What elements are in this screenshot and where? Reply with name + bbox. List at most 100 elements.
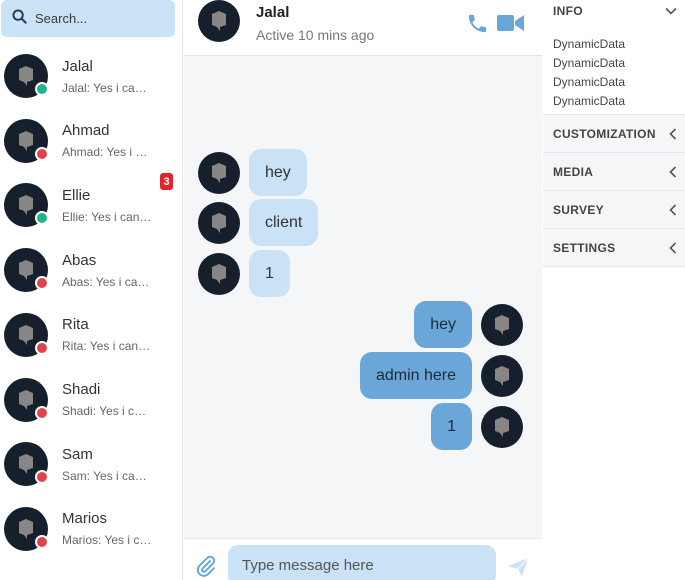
message-input[interactable]: [228, 545, 496, 580]
contact-item[interactable]: Jalal Jalal: Yes i can help you: [0, 44, 183, 108]
contact-preview: Jalal: Yes i can help you: [62, 80, 152, 95]
contact-item[interactable]: Ellie Ellie: Yes i can help you 3: [0, 173, 183, 237]
contact-name: Sam: [62, 445, 93, 463]
search-input[interactable]: [35, 11, 165, 26]
contact-preview: Marios: Yes i can help you: [62, 533, 152, 548]
contact-item[interactable]: Marios Marios: Yes i can help you: [0, 497, 183, 561]
chat-contact-status: Active 10 mins ago: [256, 27, 375, 43]
user-icon: [19, 389, 33, 410]
section-settings[interactable]: SETTINGS: [543, 229, 685, 267]
incoming-message: 1: [198, 250, 290, 297]
avatar: [481, 303, 523, 346]
user-icon: [495, 365, 509, 386]
contact-item[interactable]: Shadi Shadi: Yes i can help you: [0, 368, 183, 432]
section-survey[interactable]: SURVEY: [543, 191, 685, 229]
user-icon: [19, 324, 33, 345]
message-bubble: client: [249, 199, 319, 246]
contact-item[interactable]: Sam Sam: Yes i can help you: [0, 432, 183, 496]
message-bubble: hey: [249, 149, 307, 196]
avatar: [481, 354, 523, 397]
avatar: [198, 252, 240, 295]
section-info-title: INFO: [553, 3, 583, 18]
status-dot: [35, 211, 49, 226]
contact-text: Jalal Jalal: Yes i can help you: [62, 58, 162, 95]
unread-badge: 3: [160, 173, 173, 191]
status-dot: [35, 405, 49, 420]
user-icon: [212, 263, 226, 284]
contact-name: Ahmad: [62, 122, 110, 140]
contact-preview: Sam: Yes i can help you: [62, 468, 152, 483]
chevron-left-icon: [669, 203, 677, 216]
info-body: DynamicData DynamicData DynamicData Dyna…: [543, 21, 685, 115]
avatar: [198, 151, 240, 194]
section-media[interactable]: MEDIA: [543, 153, 685, 191]
avatar-image: [481, 405, 523, 448]
user-icon: [19, 66, 33, 86]
avatar: [4, 312, 49, 357]
outgoing-message: hey: [414, 301, 523, 348]
user-icon: [212, 162, 226, 183]
avatar: [4, 118, 49, 163]
search-box[interactable]: [1, 0, 175, 37]
avatar: [4, 183, 49, 228]
outgoing-message: admin here: [359, 352, 523, 399]
avatar-image: [198, 252, 240, 295]
avatar[interactable]: [198, 0, 240, 42]
chat-contact-name: Jalal: [256, 4, 290, 21]
section-title: SURVEY: [553, 202, 604, 217]
user-icon: [19, 260, 33, 281]
avatar: [4, 54, 49, 98]
user-icon: [212, 212, 226, 233]
contact-preview: Ellie: Yes i can help you: [62, 209, 152, 224]
contact-text: Sam Sam: Yes i can help you: [62, 446, 162, 483]
avatar-image: [198, 151, 240, 194]
message-bubble: 1: [431, 403, 472, 450]
user-icon: [19, 518, 33, 539]
status-dot: [35, 146, 49, 161]
avatar: [4, 248, 49, 293]
avatar: [198, 201, 240, 244]
contact-text: Shadi Shadi: Yes i can help you: [62, 381, 162, 418]
message-bubble: 1: [249, 250, 290, 297]
contact-name: Marios: [62, 510, 108, 528]
contact-item[interactable]: Rita Rita: Yes i can help you: [0, 303, 183, 367]
user-icon: [19, 130, 33, 151]
avatar-image: [198, 0, 240, 42]
info-line: DynamicData: [553, 37, 626, 51]
info-line: DynamicData: [553, 56, 626, 70]
status-dot: [35, 470, 49, 485]
contact-item[interactable]: Abas Abas: Yes i can help you: [0, 238, 183, 302]
contact-name: Shadi: [62, 381, 101, 398]
status-dot: [35, 534, 49, 549]
video-icon[interactable]: [497, 14, 524, 37]
contact-preview: Abas: Yes i can help you: [62, 274, 152, 289]
avatar: [4, 377, 49, 422]
status-dot: [35, 276, 49, 291]
contact-name: Jalal: [62, 57, 93, 75]
contact-text: Abas Abas: Yes i can help you: [62, 252, 162, 289]
composer: [184, 538, 542, 580]
chevron-left-icon: [669, 165, 677, 178]
contact-preview: Rita: Yes i can help you: [62, 339, 152, 354]
phone-icon[interactable]: [466, 12, 489, 40]
send-icon[interactable]: [507, 557, 529, 580]
user-icon: [19, 195, 33, 216]
user-icon: [19, 454, 33, 475]
avatar-image: [198, 201, 240, 244]
info-line: DynamicData: [553, 75, 626, 89]
user-icon: [495, 416, 509, 437]
user-icon: [495, 314, 509, 335]
message-bubble: admin here: [359, 352, 472, 399]
section-title: SETTINGS: [553, 240, 616, 255]
chevron-left-icon: [669, 241, 677, 254]
attach-icon[interactable]: [196, 555, 216, 580]
incoming-message: client: [198, 199, 319, 246]
contact-item[interactable]: Ahmad Ahmad: Yes i can help you: [0, 109, 183, 173]
avatar-image: [481, 354, 523, 397]
contact-text: Ellie Ellie: Yes i can help you: [62, 187, 162, 224]
section-customization[interactable]: CUSTOMIZATION: [543, 115, 685, 153]
chat-header: Jalal Active 10 mins ago: [184, 0, 542, 56]
section-info-header[interactable]: INFO: [543, 0, 685, 21]
contacts-sidebar: Jalal Jalal: Yes i can help you AhmadAhmad…: [0, 0, 183, 580]
section-title: MEDIA: [553, 164, 594, 179]
